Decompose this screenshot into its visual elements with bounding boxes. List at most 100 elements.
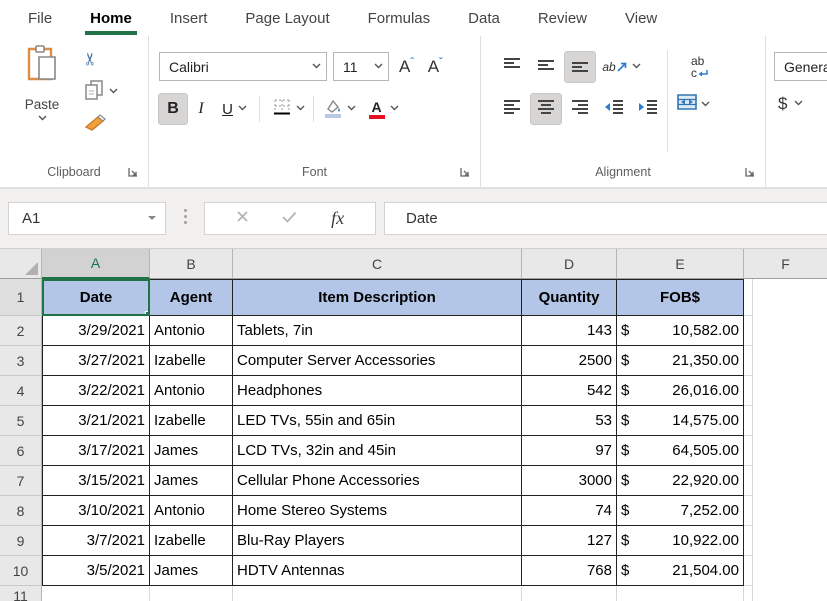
cell-empty[interactable]: [744, 586, 753, 601]
row-header-1[interactable]: 1: [0, 279, 42, 316]
cancel-icon[interactable]: [236, 210, 249, 228]
cell-e1[interactable]: FOB$: [617, 279, 744, 316]
orientation-button[interactable]: ab: [599, 52, 643, 82]
tab-view[interactable]: View: [606, 0, 676, 36]
underline-button[interactable]: U: [215, 94, 253, 124]
cell-agent[interactable]: Antonio: [150, 376, 233, 406]
column-header-a[interactable]: A: [42, 249, 150, 279]
cell-fob[interactable]: $ 22,920.00: [617, 466, 744, 496]
cell-empty[interactable]: [150, 586, 233, 601]
cell-fob[interactable]: $ 64,505.00: [617, 436, 744, 466]
cell-date[interactable]: 3/27/2021: [42, 346, 150, 376]
cell-empty[interactable]: [744, 466, 753, 496]
cell-fob[interactable]: $ 21,350.00: [617, 346, 744, 376]
cell-empty[interactable]: [744, 436, 753, 466]
column-header-d[interactable]: D: [522, 249, 617, 279]
cut-button[interactable]: ✂: [84, 46, 117, 72]
cell-empty[interactable]: [744, 496, 753, 526]
fill-handle[interactable]: [145, 311, 150, 316]
row-header[interactable]: 3: [0, 346, 42, 376]
top-align-button[interactable]: [497, 52, 527, 82]
cell-empty[interactable]: [522, 586, 617, 601]
font-name-combo[interactable]: Calibri: [159, 52, 327, 81]
alignment-dialog-launcher-icon[interactable]: [743, 165, 757, 179]
cell-quantity[interactable]: 127: [522, 526, 617, 556]
cell-fob[interactable]: $ 21,504.00: [617, 556, 744, 586]
row-header[interactable]: 10: [0, 556, 42, 586]
cell-agent[interactable]: James: [150, 436, 233, 466]
middle-align-button[interactable]: [531, 52, 561, 82]
row-header[interactable]: 7: [0, 466, 42, 496]
cell-quantity[interactable]: 97: [522, 436, 617, 466]
cell-item[interactable]: LCD TVs, 32in and 45in: [233, 436, 522, 466]
cell-empty[interactable]: [744, 346, 753, 376]
merge-center-button[interactable]: [677, 94, 709, 115]
cell-agent[interactable]: Izabelle: [150, 406, 233, 436]
cell-empty[interactable]: [233, 586, 522, 601]
column-header-c[interactable]: C: [233, 249, 522, 279]
cell-empty[interactable]: [744, 526, 753, 556]
cell-agent[interactable]: Antonio: [150, 316, 233, 346]
cell-d1[interactable]: Quantity: [522, 279, 617, 316]
font-size-combo[interactable]: 11: [333, 52, 389, 81]
font-dialog-launcher-icon[interactable]: [458, 165, 472, 179]
bold-button[interactable]: B: [159, 94, 187, 124]
cell-fob[interactable]: $ 10,582.00: [617, 316, 744, 346]
cell-agent[interactable]: Izabelle: [150, 526, 233, 556]
cell-item[interactable]: Headphones: [233, 376, 522, 406]
cell-quantity[interactable]: 2500: [522, 346, 617, 376]
italic-button[interactable]: I: [187, 94, 215, 124]
cell-fob[interactable]: $ 14,575.00: [617, 406, 744, 436]
cell-item[interactable]: Home Stereo Systems: [233, 496, 522, 526]
cell-empty[interactable]: [42, 586, 150, 601]
copy-button[interactable]: [84, 79, 117, 105]
font-color-button[interactable]: A: [361, 94, 405, 124]
formula-bar-input[interactable]: Date: [384, 202, 827, 235]
column-header-f[interactable]: F: [744, 249, 827, 279]
bottom-align-button[interactable]: [565, 52, 595, 82]
tab-insert[interactable]: Insert: [151, 0, 227, 36]
tab-review[interactable]: Review: [519, 0, 606, 36]
cell-item[interactable]: LED TVs, 55in and 65in: [233, 406, 522, 436]
cell-item[interactable]: Blu-Ray Players: [233, 526, 522, 556]
cell-empty[interactable]: [744, 376, 753, 406]
cell-empty[interactable]: [744, 316, 753, 346]
row-header[interactable]: 5: [0, 406, 42, 436]
cell-item[interactable]: Cellular Phone Accessories: [233, 466, 522, 496]
cell-item[interactable]: HDTV Antennas: [233, 556, 522, 586]
cell-date[interactable]: 3/21/2021: [42, 406, 150, 436]
cell-date[interactable]: 3/29/2021: [42, 316, 150, 346]
tab-page-layout[interactable]: Page Layout: [226, 0, 348, 36]
wrap-text-button[interactable]: ab c: [685, 52, 715, 82]
cell-date[interactable]: 3/15/2021: [42, 466, 150, 496]
align-right-button[interactable]: [565, 94, 595, 124]
number-format-combo[interactable]: General: [774, 52, 827, 81]
decrease-font-size-button[interactable]: A ˇ: [424, 56, 447, 77]
cell-item[interactable]: Computer Server Accessories: [233, 346, 522, 376]
cell-quantity[interactable]: 542: [522, 376, 617, 406]
format-painter-button[interactable]: [84, 112, 117, 138]
align-left-button[interactable]: [497, 94, 527, 124]
cell-a1-selected[interactable]: Date: [42, 279, 150, 316]
row-header[interactable]: 9: [0, 526, 42, 556]
cell-quantity[interactable]: 53: [522, 406, 617, 436]
cell-c1[interactable]: Item Description: [233, 279, 522, 316]
cell-quantity[interactable]: 74: [522, 496, 617, 526]
insert-function-button[interactable]: fx: [331, 208, 344, 229]
increase-font-size-button[interactable]: A ˆ: [395, 56, 418, 77]
cell-date[interactable]: 3/22/2021: [42, 376, 150, 406]
cell-b1[interactable]: Agent: [150, 279, 233, 316]
paste-button[interactable]: Paste: [10, 44, 74, 150]
row-header[interactable]: 8: [0, 496, 42, 526]
cell-agent[interactable]: James: [150, 556, 233, 586]
cell-fob[interactable]: $ 10,922.00: [617, 526, 744, 556]
decrease-indent-button[interactable]: [599, 94, 629, 124]
cell-item[interactable]: Tablets, 7in: [233, 316, 522, 346]
cell-quantity[interactable]: 768: [522, 556, 617, 586]
cell-quantity[interactable]: 143: [522, 316, 617, 346]
cell-empty[interactable]: [744, 406, 753, 436]
tab-home[interactable]: Home: [71, 0, 151, 36]
column-header-b[interactable]: B: [150, 249, 233, 279]
row-header[interactable]: 4: [0, 376, 42, 406]
cell-fob[interactable]: $ 26,016.00: [617, 376, 744, 406]
